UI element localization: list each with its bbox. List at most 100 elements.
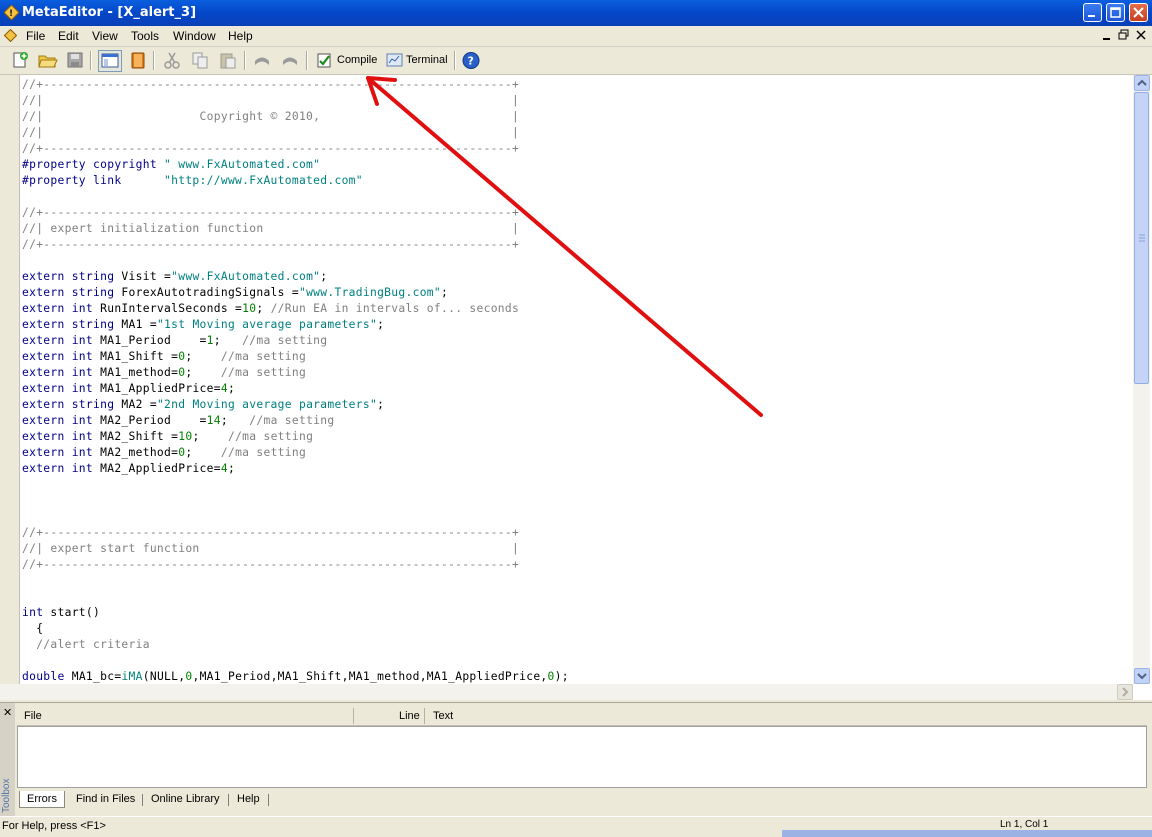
code-line[interactable]: //+-------------------------------------… [22, 141, 519, 157]
code-token: MA1_AppliedPrice= [100, 382, 221, 395]
code-line[interactable]: //+-------------------------------------… [22, 77, 519, 93]
code-token: extern int [22, 430, 101, 443]
column-text[interactable]: Text [433, 710, 453, 722]
undo-button[interactable] [252, 51, 272, 70]
redo-button[interactable] [280, 51, 300, 70]
code-line[interactable]: extern string MA1 ="1st Moving average p… [22, 317, 384, 333]
code-line[interactable]: int start() [22, 605, 100, 621]
code-line[interactable]: extern int RunIntervalSeconds =10; //Run… [22, 301, 519, 317]
scissors-icon [164, 52, 180, 69]
navigator-button[interactable] [101, 51, 119, 70]
toolbar-separator [153, 51, 155, 70]
code-line[interactable]: //+-------------------------------------… [22, 557, 519, 573]
column-file[interactable]: File [24, 710, 42, 722]
help-button[interactable]: ? [462, 51, 480, 70]
scroll-up-button[interactable] [1134, 75, 1150, 91]
open-file-button[interactable] [38, 51, 58, 70]
compile-button[interactable]: Compile [316, 51, 378, 70]
code-line[interactable]: //+-------------------------------------… [22, 525, 519, 541]
code-line[interactable]: //| expert start function | [22, 541, 519, 557]
code-line[interactable]: //alert criteria [22, 637, 150, 653]
code-line[interactable]: #property link "http://www.FxAutomated.c… [22, 173, 363, 189]
code-line[interactable]: //+-------------------------------------… [22, 237, 519, 253]
column-line[interactable]: Line [399, 710, 420, 722]
code-token: iMA [121, 670, 143, 683]
code-token: start() [50, 606, 101, 619]
tab-errors[interactable]: Errors [19, 791, 65, 808]
code-token: //ma setting [249, 414, 335, 427]
code-token: 10 [178, 430, 193, 443]
title-bar[interactable]: ! MetaEditor - [X_alert_3] [0, 0, 1152, 26]
menu-file[interactable]: File [26, 29, 45, 43]
tab-help[interactable]: Help [237, 791, 260, 807]
scroll-down-button[interactable] [1134, 668, 1150, 684]
code-line[interactable]: extern int MA2_Shift =10; //ma setting [22, 429, 313, 445]
close-button[interactable] [1129, 3, 1148, 22]
dictionary-button[interactable] [129, 51, 147, 70]
document-close-icon[interactable] [1134, 29, 1148, 42]
code-token: MA1_bc= [71, 670, 122, 683]
scroll-right-button[interactable] [1117, 684, 1133, 700]
vertical-scroll-thumb[interactable] [1134, 92, 1149, 384]
minimize-button[interactable] [1083, 3, 1102, 22]
maximize-button[interactable] [1106, 3, 1125, 22]
toolbox-close-icon[interactable]: ✕ [3, 706, 12, 719]
code-line[interactable]: extern string Visit ="www.FxAutomated.co… [22, 269, 327, 285]
column-divider[interactable] [424, 708, 425, 724]
code-line[interactable]: #property copyright " www.FxAutomated.co… [22, 157, 320, 173]
menu-help[interactable]: Help [228, 29, 253, 43]
menu-window[interactable]: Window [173, 29, 216, 43]
code-token: ForexAutotradingSignals = [121, 286, 299, 299]
tab-find-in-files[interactable]: Find in Files [76, 791, 135, 807]
code-line[interactable]: //| Copyright © 2010, | [22, 109, 519, 125]
new-file-button[interactable] [11, 51, 29, 70]
errors-list[interactable] [17, 726, 1147, 788]
code-token: extern int [22, 382, 101, 395]
code-line[interactable]: { [22, 621, 43, 637]
code-line[interactable]: extern int MA2_AppliedPrice=4; [22, 461, 235, 477]
code-line[interactable]: extern string ForexAutotradingSignals ="… [22, 285, 448, 301]
code-line[interactable]: extern int MA1_Period =1; //ma setting [22, 333, 327, 349]
terminal-button[interactable]: Terminal [386, 51, 448, 70]
grip-icon [1139, 234, 1145, 242]
code-line[interactable]: //| | [22, 125, 519, 141]
code-line[interactable]: //| expert initialization function | [22, 221, 519, 237]
vertical-scrollbar[interactable] [1133, 75, 1150, 684]
code-token: ; [377, 318, 385, 331]
code-line[interactable]: extern string MA2 ="2nd Moving average p… [22, 397, 384, 413]
copy-button[interactable] [191, 51, 209, 70]
code-token: { [22, 622, 44, 635]
code-line[interactable]: extern int MA2_Period =14; //ma setting [22, 413, 334, 429]
code-token: //| | [22, 94, 520, 107]
code-token: //ma setting [227, 430, 314, 443]
code-token: MA2_AppliedPrice= [100, 462, 221, 475]
column-divider[interactable] [353, 708, 354, 724]
horizontal-scrollbar[interactable] [0, 684, 1133, 700]
save-button[interactable] [66, 51, 84, 70]
code-token: 4 [220, 382, 228, 395]
menu-view[interactable]: View [92, 29, 118, 43]
document-minimize-icon[interactable] [1100, 29, 1114, 42]
menu-edit[interactable]: Edit [58, 29, 79, 43]
terminal-label: Terminal [406, 54, 448, 66]
document-restore-icon[interactable] [1117, 29, 1131, 42]
paste-button[interactable] [219, 51, 237, 70]
code-line[interactable]: double MA1_bc=iMA(NULL, 0,MA1_Period,MA1_… [22, 669, 569, 684]
code-line[interactable]: extern int MA2_method=0; //ma setting [22, 445, 306, 461]
tab-separator [268, 794, 269, 806]
toolbar-separator [90, 51, 92, 70]
cut-button[interactable] [163, 51, 181, 70]
code-line[interactable]: //+-------------------------------------… [22, 205, 519, 221]
code-line[interactable]: extern int MA1_method=0; //ma setting [22, 365, 306, 381]
code-line[interactable]: extern int MA1_AppliedPrice=4; [22, 381, 235, 397]
code-line[interactable]: extern int MA1_Shift =0; //ma setting [22, 349, 306, 365]
menu-tools[interactable]: Tools [131, 29, 159, 43]
code-token: //| expert initialization function | [22, 222, 520, 235]
code-line[interactable]: //| | [22, 93, 519, 109]
undo-icon [255, 57, 269, 65]
code-token: ); [554, 670, 569, 683]
code-area[interactable]: //+-------------------------------------… [22, 75, 1132, 684]
code-editor[interactable]: //+-------------------------------------… [0, 75, 1152, 700]
tab-online-library[interactable]: Online Library [151, 791, 219, 807]
document-system-menu-icon[interactable] [4, 29, 17, 42]
